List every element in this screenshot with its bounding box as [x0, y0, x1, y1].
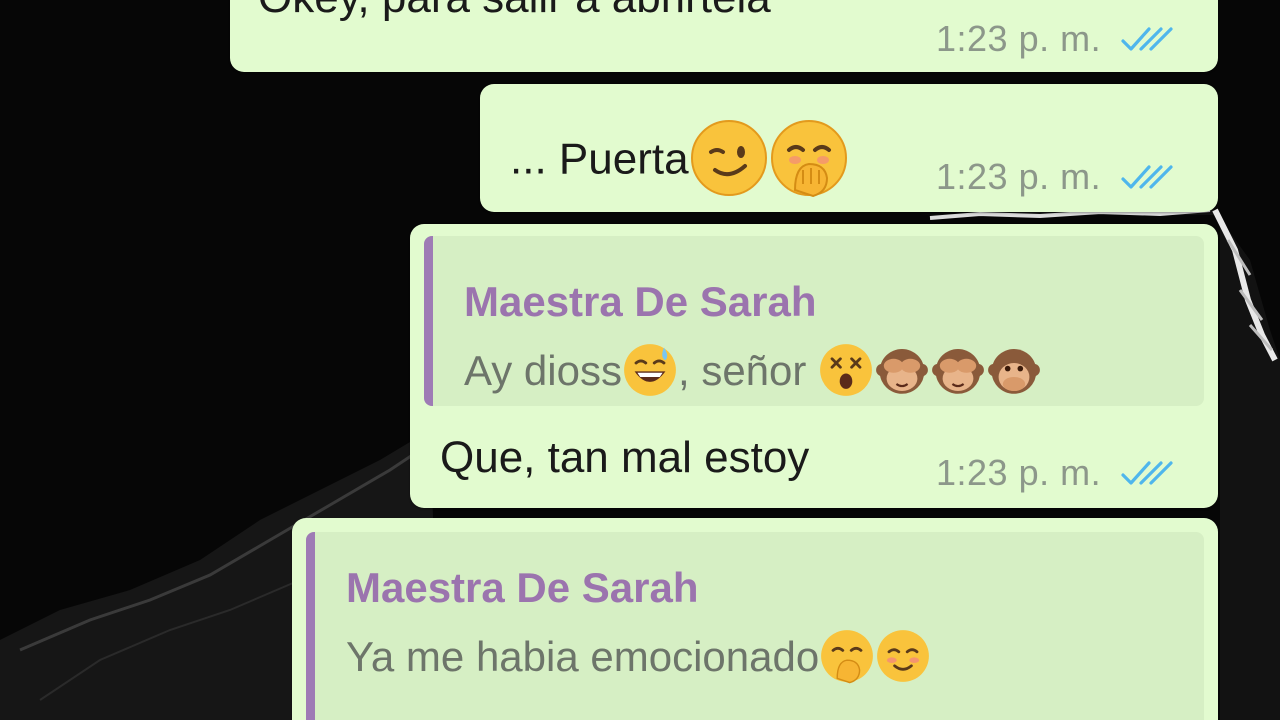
read-double-check-icon — [1121, 165, 1173, 189]
quoted-text-before: Ay dioss — [464, 347, 622, 395]
quoted-text: Ay dioss , señor — [464, 344, 1042, 402]
speak-no-evil-monkey-emoji — [986, 342, 1042, 398]
quoted-text-before: Ya me habia emocionado — [346, 633, 820, 681]
quote-accent-bar — [306, 532, 315, 720]
message-text-content: ... Puerta — [510, 134, 689, 184]
message-bubble[interactable]: Okey, para salir a abrirtela 1:23 p. m. — [230, 0, 1218, 72]
message-time: 1:23 p. m. — [936, 156, 1102, 197]
face-with-hand-over-mouth-emoji — [769, 118, 849, 198]
message-text: ... Puerta — [510, 120, 849, 202]
chat-screen: Okey, para salir a abrirtela 1:23 p. m. … — [0, 0, 1280, 720]
message-bubble[interactable]: ... Puerta 1:23 p. m. — [480, 84, 1218, 212]
message-meta: 1:23 p. m. — [936, 18, 1175, 60]
see-no-evil-monkey-emoji — [930, 342, 986, 398]
smiling-face-emoji — [875, 628, 931, 684]
quoted-author: Maestra De Sarah — [346, 564, 699, 611]
message-meta: 1:23 p. m. — [936, 156, 1175, 198]
message-text: Que, tan mal estoy — [440, 433, 810, 482]
quoted-text-after: , señor — [677, 347, 807, 395]
quoted-author: Maestra De Sarah — [464, 278, 817, 325]
quoted-text: Ya me habia emocionado — [346, 630, 931, 688]
read-double-check-icon — [1121, 27, 1173, 51]
message-bubble[interactable]: Maestra De Sarah Ay dioss , señor Que, ta… — [410, 224, 1218, 508]
message-text: Okey, para salir a abrirtela — [258, 0, 771, 20]
winking-face-emoji — [689, 118, 769, 198]
message-bubble[interactable]: Maestra De Sarah Ya me habia emocionado — [292, 518, 1218, 720]
dizzy-face-emoji — [818, 342, 874, 398]
see-no-evil-monkey-emoji — [874, 342, 930, 398]
quoted-message[interactable]: Maestra De Sarah Ay dioss , señor — [424, 236, 1204, 406]
message-meta: 1:23 p. m. — [936, 452, 1175, 494]
message-time: 1:23 p. m. — [936, 452, 1102, 493]
grinning-sweat-emoji — [622, 342, 678, 398]
read-double-check-icon — [1121, 461, 1173, 485]
face-with-hand-over-mouth-emoji — [819, 628, 875, 684]
message-time: 1:23 p. m. — [936, 18, 1102, 59]
quote-accent-bar — [424, 236, 433, 406]
quoted-message[interactable]: Maestra De Sarah Ya me habia emocionado — [306, 532, 1204, 720]
